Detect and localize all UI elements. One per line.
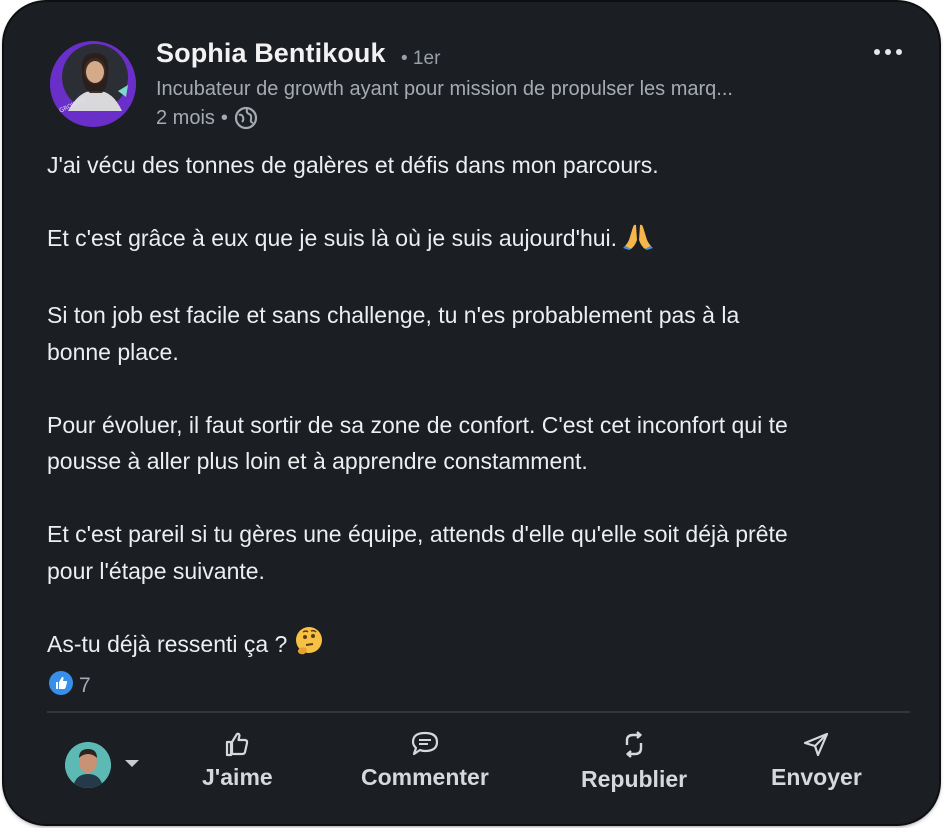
post-line: bonne place. bbox=[47, 338, 179, 365]
post-card: GROWTH Sophia Bentikouk • 1er Incubateur… bbox=[4, 2, 939, 824]
praying-hands-emoji bbox=[623, 222, 654, 261]
post-line: Et c'est grâce à eux que je suis là où j… bbox=[47, 225, 624, 251]
meta-separator: • bbox=[220, 106, 228, 129]
repost-button[interactable]: Republier bbox=[581, 730, 687, 793]
author-name[interactable]: Sophia Bentikouk bbox=[156, 38, 386, 69]
post-paragraph: Si ton job est facile et sans challenge,… bbox=[47, 297, 927, 370]
send-label: Envoyer bbox=[771, 764, 862, 790]
post-line: Si ton job est facile et sans challenge,… bbox=[47, 302, 740, 328]
repost-icon bbox=[619, 730, 649, 760]
actor-selector[interactable] bbox=[65, 742, 141, 788]
like-button[interactable]: J'aime bbox=[202, 730, 273, 791]
globe-icon bbox=[234, 106, 258, 130]
post-paragraph: J'ai vécu des tonnes de galères et défis… bbox=[47, 147, 927, 184]
post-paragraph: Et c'est grâce à eux que je suis là où j… bbox=[47, 220, 927, 261]
post-line: Et c'est pareil si tu gères une équipe, … bbox=[47, 521, 788, 547]
reactions-summary[interactable]: 7 bbox=[48, 670, 91, 701]
reaction-count: 7 bbox=[79, 673, 91, 697]
post-paragraph: Et c'est pareil si tu gères une équipe, … bbox=[47, 516, 927, 589]
like-label: J'aime bbox=[202, 764, 273, 790]
more-options-icon[interactable] bbox=[870, 36, 906, 66]
post-line: As-tu déjà ressenti ça ? bbox=[47, 630, 294, 657]
repost-label: Republier bbox=[581, 766, 688, 792]
post-paragraph: Pour évoluer, il faut sortir de sa zone … bbox=[47, 407, 927, 480]
comment-icon bbox=[409, 730, 441, 758]
thumbs-up-icon bbox=[222, 730, 252, 758]
author-avatar[interactable]: GROWTH bbox=[50, 41, 136, 127]
chevron-down-icon[interactable] bbox=[123, 756, 141, 774]
post-line: J'ai vécu des tonnes de galères et défis… bbox=[47, 152, 659, 178]
send-icon bbox=[801, 730, 831, 758]
avatar-image: GROWTH bbox=[50, 41, 136, 127]
post-line: pour l'étape suivante. bbox=[47, 557, 265, 584]
comment-button[interactable]: Commenter bbox=[361, 730, 489, 791]
actor-avatar bbox=[65, 742, 111, 788]
post-meta: 2 mois • bbox=[156, 106, 258, 130]
connection-degree: • 1er bbox=[401, 48, 441, 69]
post-time: 2 mois bbox=[156, 106, 215, 129]
comment-label: Commenter bbox=[361, 764, 489, 790]
author-headline: Incubateur de growth ayant pour mission … bbox=[156, 78, 733, 100]
post-paragraph: As-tu déjà ressenti ça ? bbox=[47, 626, 927, 667]
send-button[interactable]: Envoyer bbox=[771, 730, 862, 791]
action-divider bbox=[47, 711, 910, 713]
like-reaction-icon bbox=[48, 670, 74, 701]
post-line: pousse à aller plus loin et à apprendre … bbox=[47, 448, 588, 474]
post-body: J'ai vécu des tonnes de galères et défis… bbox=[47, 147, 927, 703]
thinking-face-emoji bbox=[294, 626, 324, 667]
post-line: Pour évoluer, il faut sortir de sa zone … bbox=[47, 411, 788, 438]
